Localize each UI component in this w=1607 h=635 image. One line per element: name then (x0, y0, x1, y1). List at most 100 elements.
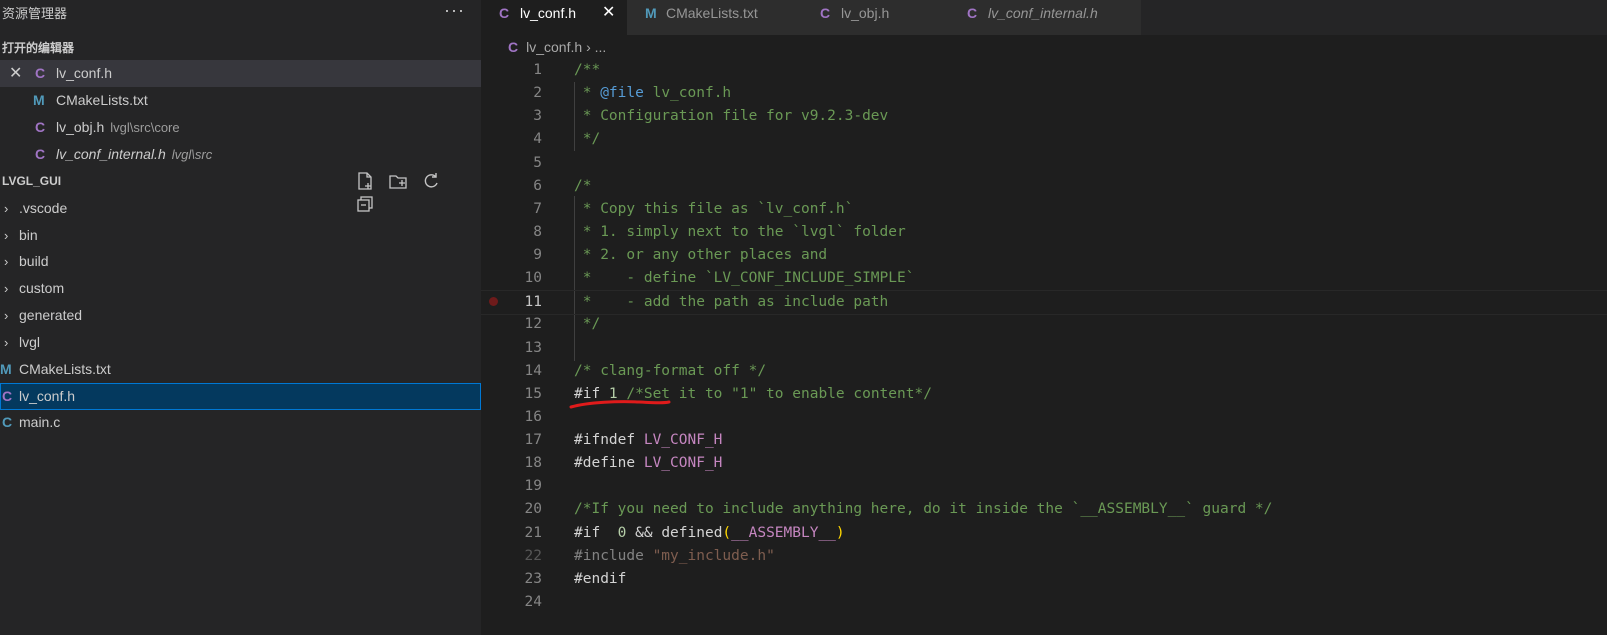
open-editor-item[interactable]: M CMakeLists.txt (0, 87, 481, 114)
project-title[interactable]: LVGL_GUI (2, 174, 61, 188)
new-folder-icon[interactable] (388, 171, 408, 191)
line-number: 2 (533, 85, 542, 101)
macro-token: LV_CONF_H (643, 455, 723, 471)
code-text: * @file lv_conf.h (574, 82, 731, 105)
code-text: #ifndef LV_CONF_H (574, 429, 722, 452)
close-icon[interactable]: ✕ (602, 0, 615, 26)
code-line: 18 #define LV_CONF_H (481, 452, 1607, 475)
tree-file-name: main.c (19, 414, 61, 430)
tree-folder[interactable]: › bin (0, 222, 481, 249)
tab-lv-obj-h[interactable]: C lv_obj.h (802, 0, 949, 35)
open-editors-title[interactable]: 打开的编辑器 (2, 39, 74, 56)
open-editor-name: lv_conf_internal.h (56, 146, 166, 162)
tree-file-name: CMakeLists.txt (19, 361, 111, 377)
open-editor-item[interactable]: C lv_conf_internal.h lvgl\src (0, 141, 481, 168)
code-text: /** (574, 62, 601, 78)
line-number: 3 (533, 108, 542, 124)
tree-folder[interactable]: › .vscode (0, 195, 481, 222)
line-number: 9 (533, 247, 542, 263)
code-text: #if 0 && defined(__ASSEMBLY__) (574, 522, 845, 545)
line-number: 5 (533, 155, 542, 171)
c-file-icon: C (2, 414, 13, 430)
code-line: 19 (481, 475, 1607, 498)
new-file-icon[interactable] (355, 171, 375, 191)
more-actions-icon[interactable]: ··· (444, 0, 465, 21)
code-text: * Copy this file as `lv_conf.h` (574, 201, 854, 217)
open-editor-path: lvgl\src\core (110, 120, 180, 135)
explorer-title: 资源管理器 (2, 6, 68, 21)
comment-token: * (574, 85, 601, 101)
tree-folder-name: .vscode (19, 200, 68, 216)
c-file-icon: C (2, 388, 13, 404)
code-line: 24 (481, 591, 1607, 614)
tree-folder-name: lvgl (19, 334, 41, 350)
bracket-token: ( (722, 525, 732, 541)
tab-lv-conf-internal-h[interactable]: C lv_conf_internal.h (949, 0, 1141, 35)
cmake-file-icon: M (33, 92, 45, 108)
directive-token: #ifndef (574, 432, 644, 448)
open-editor-item[interactable]: C lv_obj.h lvgl\src\core (0, 114, 481, 141)
code-text: * - define `LV_CONF_INCLUDE_SIMPLE` (574, 270, 915, 286)
close-icon[interactable]: ✕ (9, 60, 22, 87)
directive-token: #include (574, 548, 653, 564)
code-line: 12 */ (481, 313, 1607, 336)
refresh-icon[interactable] (421, 171, 441, 191)
tree-folder[interactable]: › build (0, 248, 481, 275)
string-token: "my_include.h" (652, 548, 775, 564)
c-file-icon: C (820, 5, 831, 21)
line-number: 24 (524, 594, 542, 610)
tree-file[interactable]: C main.c (0, 409, 481, 436)
tree-folder[interactable]: › custom (0, 275, 481, 302)
code-line: 23 #endif (481, 568, 1607, 591)
line-number: 18 (524, 455, 542, 471)
line-number: 15 (524, 386, 542, 402)
line-number: 4 (533, 131, 542, 147)
tree-folder-name: custom (19, 280, 65, 296)
tab-label: lv_obj.h (841, 5, 890, 21)
line-number: 19 (524, 478, 542, 494)
c-file-icon: C (508, 39, 519, 55)
code-line: 8 * 1. simply next to the `lvgl` folder (481, 221, 1607, 244)
line-number: 13 (524, 340, 542, 356)
code-line: 9 * 2. or any other places and (481, 244, 1607, 267)
line-number: 8 (533, 224, 542, 240)
tree-folder[interactable]: › generated (0, 302, 481, 329)
breadcrumb[interactable]: Clv_conf.h › ... (508, 37, 606, 57)
keyword-token: defined (661, 525, 723, 541)
code-line: 21 #if 0 && defined(__ASSEMBLY__) (481, 522, 1607, 545)
explorer-sidebar: 资源管理器 ··· 打开的编辑器 ✕ C lv_conf.h M CMakeLi… (0, 0, 481, 635)
code-text: #define LV_CONF_H (574, 452, 722, 475)
code-text: #include "my_include.h" (574, 545, 775, 568)
open-editor-name-wrap: lv_conf_internal.h lvgl\src (56, 141, 212, 168)
line-number: 10 (524, 270, 542, 286)
line-number: 22 (524, 548, 542, 564)
c-file-icon: C (967, 5, 978, 21)
explorer-header: 资源管理器 ··· (0, 0, 481, 24)
line-number: 23 (524, 571, 542, 587)
tab-label: CMakeLists.txt (666, 5, 758, 21)
breadcrumb-symbols[interactable]: ... (595, 39, 607, 55)
doc-tag-token: @file (600, 85, 644, 101)
tab-cmakelists[interactable]: M CMakeLists.txt (627, 0, 802, 35)
tab-lv-conf-h[interactable]: C lv_conf.h ✕ (481, 0, 627, 35)
breadcrumb-file[interactable]: lv_conf.h (526, 39, 582, 55)
open-editor-name: lv_conf.h (56, 65, 113, 81)
open-editor-item[interactable]: ✕ C lv_conf.h (0, 60, 481, 87)
code-text: #endif (574, 571, 627, 587)
chevron-right-icon: › (4, 281, 9, 296)
cmake-file-icon: M (645, 5, 657, 21)
line-number: 14 (524, 363, 542, 379)
code-line-inactive: 22 #include "my_include.h" (481, 545, 1607, 568)
macro-token: __ASSEMBLY__ (731, 525, 836, 541)
code-text: /*If you need to include anything here, … (574, 501, 1273, 517)
tree-file-selected[interactable]: C lv_conf.h (0, 383, 481, 410)
tree-file[interactable]: M CMakeLists.txt (0, 356, 481, 383)
line-number: 21 (524, 525, 542, 541)
code-line: 13 (481, 337, 1607, 360)
bracket-token: ) (835, 525, 845, 541)
cmake-file-icon: M (0, 361, 12, 377)
directive-token: #if (574, 525, 618, 541)
tree-folder[interactable]: › lvgl (0, 329, 481, 356)
code-text: * 2. or any other places and (574, 247, 828, 263)
code-line: 2 * @file lv_conf.h (481, 82, 1607, 105)
